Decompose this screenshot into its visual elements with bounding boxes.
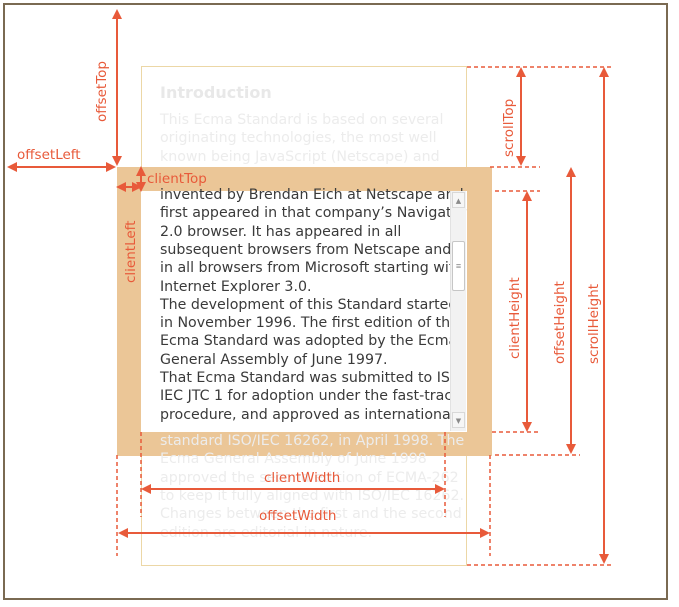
dimension-annotations: offsetTop offsetLeft clientTop clientLef… bbox=[7, 8, 612, 566]
client-top-label: clientTop bbox=[147, 171, 207, 187]
offset-left-label: offsetLeft bbox=[17, 147, 81, 163]
scroll-height-label: scrollHeight bbox=[586, 284, 602, 364]
client-height-label: clientHeight bbox=[507, 277, 523, 359]
guide-lines bbox=[116, 66, 612, 566]
client-width-label: clientWidth bbox=[264, 470, 340, 486]
offset-width-label: offsetWidth bbox=[259, 508, 336, 524]
offset-top-label: offsetTop bbox=[94, 61, 110, 122]
offset-height-label: offsetHeight bbox=[552, 281, 568, 364]
scroll-top-label: scrollTop bbox=[501, 99, 517, 157]
client-left-label: clientLeft bbox=[123, 221, 139, 283]
